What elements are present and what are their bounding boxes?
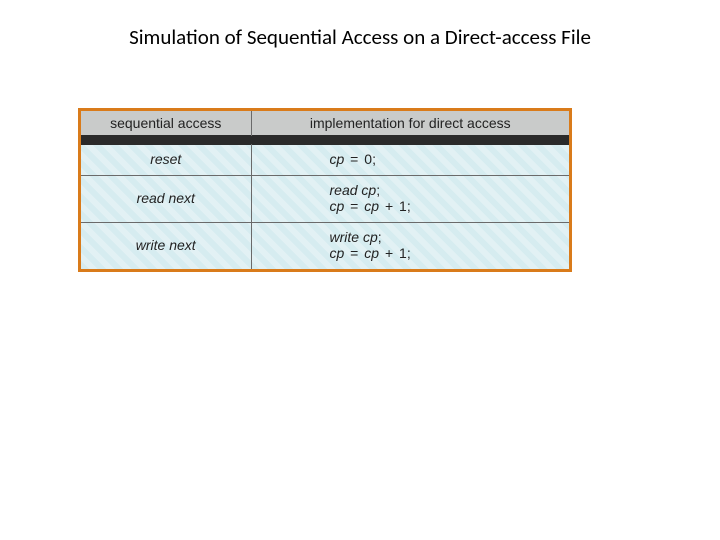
cell-impl: read cp; cp = cp + 1; (251, 176, 569, 223)
table-header-row: sequential access implementation for dir… (81, 111, 569, 136)
code-line: cp = 0; (330, 151, 562, 167)
code-line: write cp; (330, 229, 562, 245)
header-double-rule (81, 136, 569, 145)
table-row: read next read cp; cp = cp + 1; (81, 176, 569, 223)
code-line: cp = cp + 1; (330, 245, 562, 261)
cell-impl: cp = 0; (251, 145, 569, 176)
cell-seq-op: read next (81, 176, 251, 223)
table-row: reset cp = 0; (81, 145, 569, 176)
code-line: read cp; (330, 182, 562, 198)
cell-impl: write cp; cp = cp + 1; (251, 223, 569, 270)
table-row: write next write cp; cp = cp + 1; (81, 223, 569, 270)
header-sequential-access: sequential access (81, 111, 251, 136)
code-line: cp = cp + 1; (330, 198, 562, 214)
page-title: Simulation of Sequential Access on a Dir… (0, 24, 720, 50)
header-implementation: implementation for direct access (251, 111, 569, 136)
table: sequential access implementation for dir… (81, 111, 569, 269)
cell-seq-op: reset (81, 145, 251, 176)
simulation-table: sequential access implementation for dir… (78, 108, 572, 272)
cell-seq-op: write next (81, 223, 251, 270)
